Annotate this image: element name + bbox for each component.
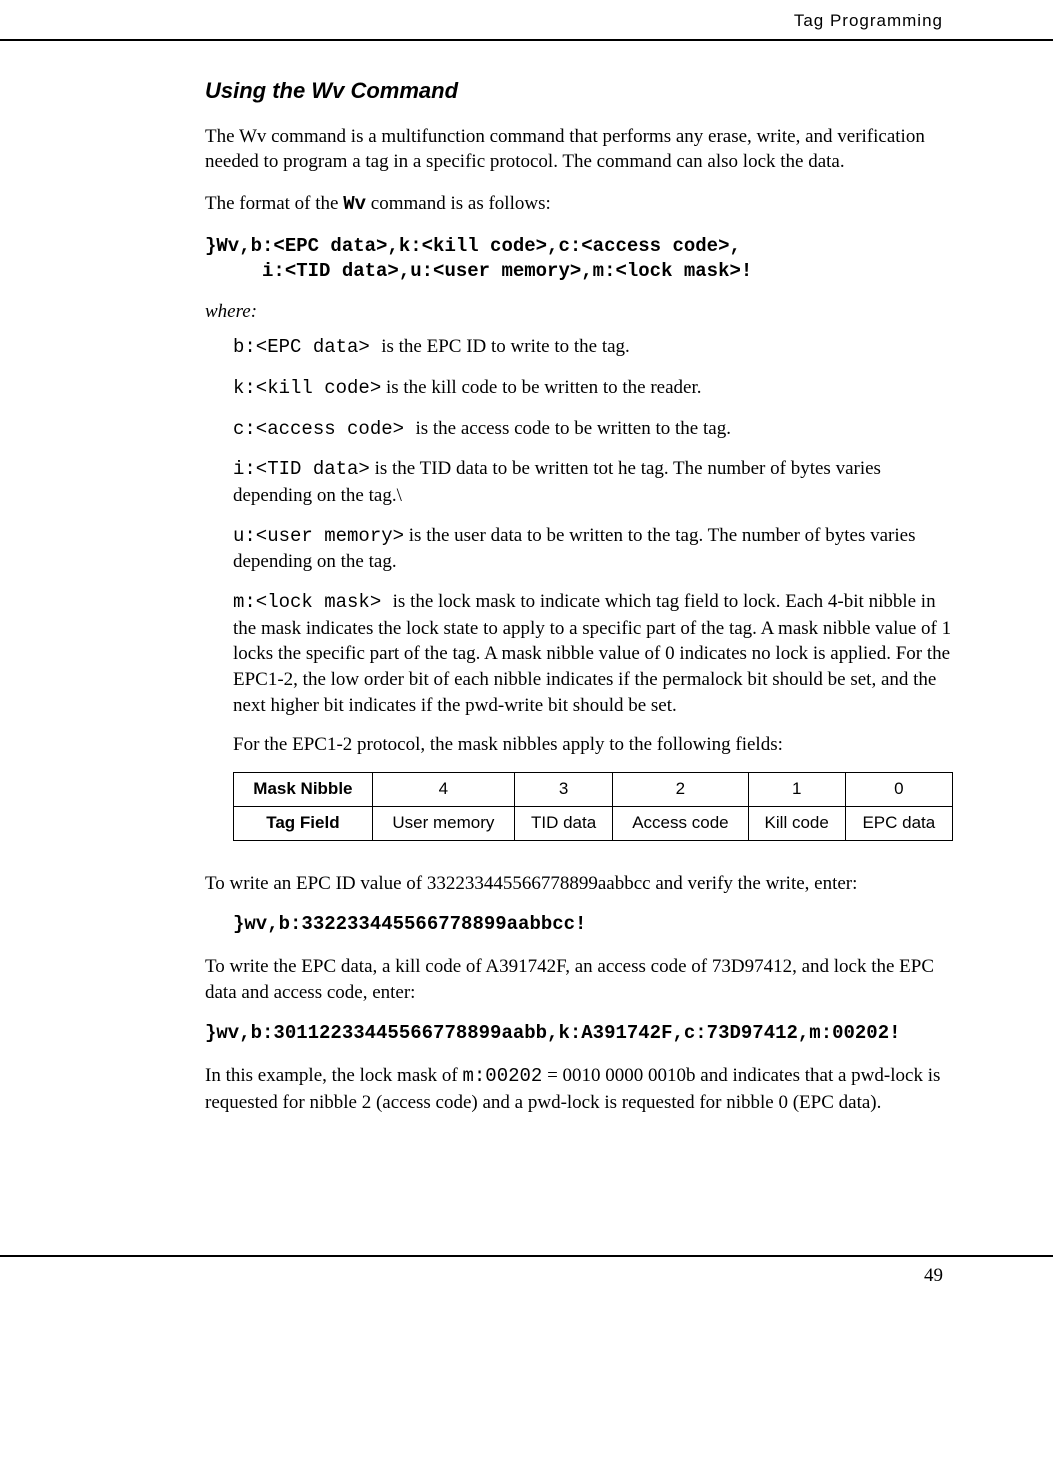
syntax-line-2: i:<TID data>,u:<user memory>,m:<lock mas… (205, 260, 752, 282)
text: In this example, the lock mask of (205, 1065, 463, 1086)
cell: TID data (514, 806, 612, 840)
param-b: b:<EPC data> is the EPC ID to write to t… (233, 334, 953, 361)
param-desc: is the kill code to be written to the re… (381, 377, 701, 398)
param-code: i:<TID data> (233, 458, 370, 480)
example-2-code: }wv,b:30112233445566778899aabb,k:A391742… (205, 1021, 953, 1047)
cell: 3 (514, 772, 612, 806)
section-title: Tag Programming (794, 11, 943, 30)
param-code: k:<kill code> (233, 377, 381, 399)
lock-mask-inline: m:00202 (463, 1065, 543, 1087)
example-1-text: To write an EPC ID value of 332233445566… (205, 871, 953, 897)
cell: EPC data (845, 806, 952, 840)
mask-nibble-table: Mask Nibble 4 3 2 1 0 Tag Field User mem… (233, 772, 953, 841)
param-code: u:<user memory> (233, 525, 404, 547)
page-number: 49 (924, 1265, 943, 1286)
param-desc: is the EPC ID to write to the tag. (381, 336, 630, 357)
cell: User memory (372, 806, 514, 840)
wv-command-inline: Wv (343, 193, 366, 215)
cell: Kill code (748, 806, 845, 840)
syntax-block: }Wv,b:<EPC data>,k:<kill code>,c:<access… (205, 234, 953, 285)
example-2-text: To write the EPC data, a kill code of A3… (205, 954, 953, 1005)
syntax-line-1: }Wv,b:<EPC data>,k:<kill code>,c:<access… (205, 235, 741, 257)
page-title: Using the Wv Command (205, 76, 953, 106)
row-label: Mask Nibble (234, 772, 373, 806)
param-code: m:<lock mask> (233, 591, 393, 613)
page-content: Using the Wv Command The Wv command is a… (0, 41, 1053, 1115)
intro-paragraph-1: The Wv command is a multifunction comman… (205, 124, 953, 175)
param-desc: is the access code to be written to the … (415, 418, 731, 439)
param-k: k:<kill code> is the kill code to be wri… (233, 375, 953, 402)
intro-paragraph-2: The format of the Wv command is as follo… (205, 191, 953, 218)
table-row: Tag Field User memory TID data Access co… (234, 806, 953, 840)
param-c: c:<access code> is the access code to be… (233, 416, 953, 443)
param-i: i:<TID data> is the TID data to be writt… (233, 456, 953, 508)
table-caption: For the EPC1-2 protocol, the mask nibble… (233, 732, 953, 758)
row-label: Tag Field (234, 806, 373, 840)
cell: 2 (613, 772, 748, 806)
text: The format of the (205, 193, 343, 214)
param-m: m:<lock mask> is the lock mask to indica… (233, 589, 953, 718)
example-1-code: }wv,b:332233445566778899aabbcc! (233, 912, 953, 938)
where-label: where: (205, 299, 953, 325)
page-footer: 49 (0, 1255, 1053, 1329)
page-header: Tag Programming (0, 0, 1053, 41)
example-3-text: In this example, the lock mask of m:0020… (205, 1063, 953, 1115)
text: command is as follows: (366, 193, 551, 214)
table-row: Mask Nibble 4 3 2 1 0 (234, 772, 953, 806)
cell: Access code (613, 806, 748, 840)
param-u: u:<user memory> is the user data to be w… (233, 523, 953, 575)
cell: 4 (372, 772, 514, 806)
param-code: c:<access code> (233, 418, 415, 440)
cell: 0 (845, 772, 952, 806)
param-code: b:<EPC data> (233, 336, 381, 358)
cell: 1 (748, 772, 845, 806)
